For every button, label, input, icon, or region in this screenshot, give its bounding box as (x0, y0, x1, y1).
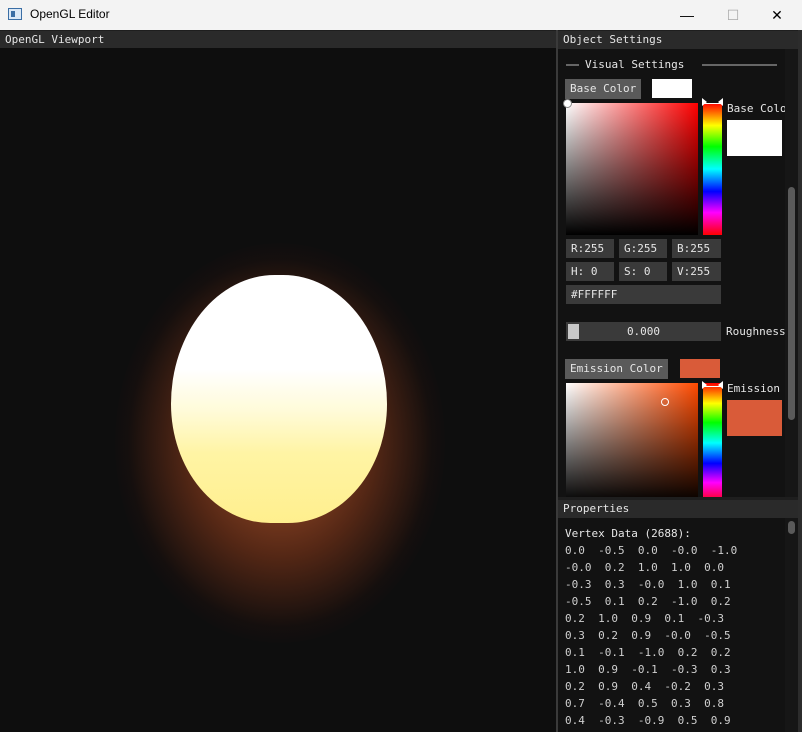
properties-scrollbar[interactable] (785, 518, 798, 732)
base-color-button[interactable]: Base Color (565, 79, 642, 99)
roughness-value: 0.000 (626, 325, 661, 338)
vertex-row: 1.0 0.9 -0.1 -0.3 0.3 (565, 663, 731, 676)
base-color-swatch[interactable] (652, 79, 692, 98)
emission-hue-arrow-left-icon (702, 381, 707, 389)
base-color-picker-label: Base Color (727, 102, 794, 115)
close-button[interactable]: ✕ (754, 0, 800, 30)
base-color-sv-picker[interactable] (566, 103, 698, 235)
vertex-row: -0.0 0.2 1.0 1.0 0.0 (565, 561, 724, 574)
base-color-sv-cursor[interactable] (563, 99, 572, 108)
base-color-h-field[interactable]: H: 0 (566, 262, 614, 281)
roughness-label: Roughness (726, 325, 786, 338)
vertex-row: -0.5 0.1 0.2 -1.0 0.2 (565, 595, 731, 608)
properties-scroll-thumb[interactable] (788, 521, 795, 534)
object-settings-scroll-thumb[interactable] (788, 187, 795, 420)
emissive-sphere (171, 275, 387, 523)
base-color-v-field[interactable]: V:255 (672, 262, 721, 281)
vertex-data-label: Vertex Data (2688): (565, 527, 691, 540)
emission-color-swatch[interactable] (680, 359, 720, 378)
vertex-row: 0.7 -0.4 0.5 0.3 0.8 (565, 697, 724, 710)
emission-color-preview (727, 400, 782, 436)
base-color-hex-field[interactable]: #FFFFFF (566, 285, 721, 304)
section-separator-right (702, 64, 777, 66)
maximize-button[interactable]: ☐ (710, 0, 756, 30)
vertex-row: 0.0 -0.5 0.0 -0.0 -1.0 (565, 544, 738, 557)
vertex-row: -0.3 0.3 -0.0 1.0 0.1 (565, 578, 731, 591)
emission-color-button[interactable]: Emission Color (565, 359, 668, 379)
base-color-g-field[interactable]: G:255 (619, 239, 667, 258)
properties-panel: Vertex Data (2688): 0.0 -0.5 0.0 -0.0 -1… (558, 518, 798, 732)
emission-hue-arrow-right-icon (718, 381, 723, 389)
emission-color-sv-cursor[interactable] (661, 398, 669, 406)
base-color-s-field[interactable]: S: 0 (619, 262, 667, 281)
section-separator-left (566, 64, 579, 66)
base-color-preview (727, 120, 782, 156)
vertex-row: 0.1 -0.1 -1.0 0.2 0.2 (565, 646, 731, 659)
viewport-title: OpenGL Viewport (0, 31, 556, 48)
vertex-row: 0.3 0.2 0.9 -0.0 -0.5 (565, 629, 731, 642)
visual-settings-heading: Visual Settings (585, 58, 685, 71)
app-icon (8, 8, 22, 20)
base-color-r-field[interactable]: R:255 (566, 239, 614, 258)
window-edge (798, 30, 802, 732)
minimize-button[interactable]: — (664, 0, 710, 30)
emission-color-hue-bar[interactable] (703, 383, 722, 497)
roughness-slider[interactable]: 0.000 (566, 322, 721, 341)
object-settings-title: Object Settings (558, 31, 798, 49)
vertex-row: 0.2 0.9 0.4 -0.2 0.3 (565, 680, 724, 693)
opengl-viewport[interactable] (0, 48, 556, 732)
vertex-row: 0.4 -0.3 -0.9 0.5 0.9 (565, 714, 731, 727)
object-settings-panel: Visual Settings Base Color Base Color R:… (558, 49, 798, 497)
base-color-hue-bar[interactable] (703, 103, 722, 235)
emission-color-sv-picker[interactable] (566, 383, 698, 497)
vertex-row: 0.2 1.0 0.9 0.1 -0.3 (565, 612, 724, 625)
properties-title: Properties (558, 500, 798, 518)
hue-arrow-left-icon (702, 98, 707, 106)
hue-arrow-right-icon (718, 98, 723, 106)
window-title: OpenGL Editor (30, 7, 110, 21)
roughness-slider-handle[interactable] (568, 324, 579, 339)
base-color-b-field[interactable]: B:255 (672, 239, 721, 258)
window-titlebar: OpenGL Editor — ☐ ✕ (0, 0, 802, 30)
